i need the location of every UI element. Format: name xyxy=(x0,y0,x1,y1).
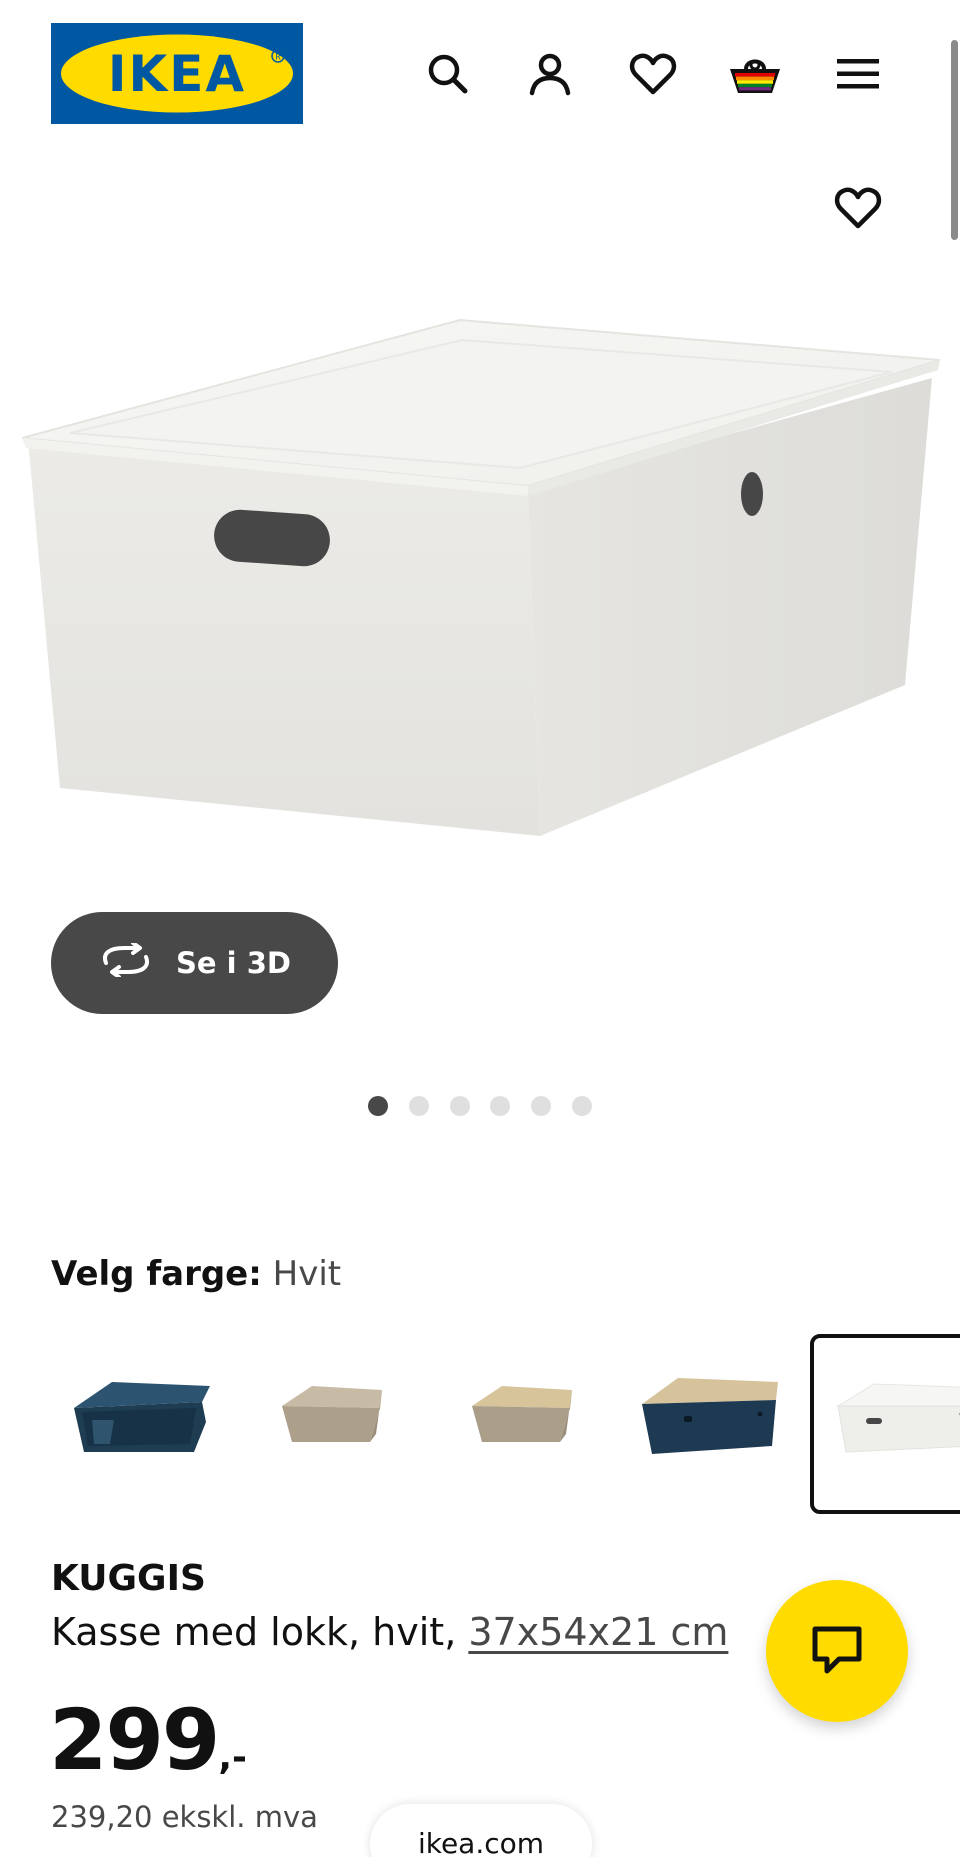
color-value: Hvit xyxy=(272,1254,342,1294)
gallery-dot[interactable] xyxy=(450,1096,470,1116)
account-icon[interactable] xyxy=(520,44,580,104)
svg-text:R: R xyxy=(275,53,281,62)
view-3d-label: Se i 3D xyxy=(176,946,291,980)
gallery-dot[interactable] xyxy=(368,1096,388,1116)
gallery-pagination xyxy=(0,1096,960,1116)
swatch-bamboo-beige[interactable] xyxy=(432,1334,612,1514)
color-selection-label: Velg farge: Hvit xyxy=(51,1252,341,1296)
product-description-text: Kasse med lokk, hvit, xyxy=(51,1610,469,1654)
view-3d-button[interactable]: Se i 3D xyxy=(51,912,338,1014)
search-icon[interactable] xyxy=(418,44,478,104)
shopping-bag-icon[interactable] xyxy=(725,44,785,104)
chat-icon xyxy=(809,1621,865,1681)
scrollbar[interactable] xyxy=(951,40,958,240)
price-suffix: ,- xyxy=(218,1737,247,1778)
swatch-beige[interactable] xyxy=(242,1334,422,1514)
rotate-3d-icon xyxy=(98,940,154,984)
product-price: 299,- xyxy=(49,1690,247,1790)
swatch-dark-blue[interactable] xyxy=(52,1334,232,1514)
gallery-dot[interactable] xyxy=(490,1096,510,1116)
color-label: Velg farge: xyxy=(51,1254,262,1294)
price-ex-vat: 239,20 ekskl. mva xyxy=(51,1800,318,1834)
product-favorite-heart-icon[interactable] xyxy=(828,178,888,238)
product-name: KUGGIS xyxy=(51,1558,206,1599)
gallery-dot[interactable] xyxy=(572,1096,592,1116)
gallery-dot[interactable] xyxy=(409,1096,429,1116)
logo-text: IKEA xyxy=(108,45,246,103)
color-swatches xyxy=(0,1334,960,1514)
gallery-dot[interactable] xyxy=(531,1096,551,1116)
ikea-logo[interactable]: IKEA R xyxy=(51,23,303,124)
swatch-bamboo-dark-blue[interactable] xyxy=(622,1334,802,1514)
product-image[interactable] xyxy=(0,290,960,890)
price-integer: 299 xyxy=(49,1691,220,1789)
menu-icon[interactable] xyxy=(828,44,888,104)
product-page: IKEA R Se i 3D Velg farge: Hvit KUGGIS K… xyxy=(0,0,960,1857)
chat-button[interactable] xyxy=(766,1580,908,1722)
product-description: Kasse med lokk, hvit, 37x54x21 cm xyxy=(51,1610,728,1654)
swatch-white[interactable] xyxy=(810,1334,960,1514)
product-dimensions-link[interactable]: 37x54x21 cm xyxy=(468,1610,728,1654)
heart-icon[interactable] xyxy=(623,44,683,104)
browser-url-bar[interactable]: ikea.com xyxy=(370,1804,592,1857)
